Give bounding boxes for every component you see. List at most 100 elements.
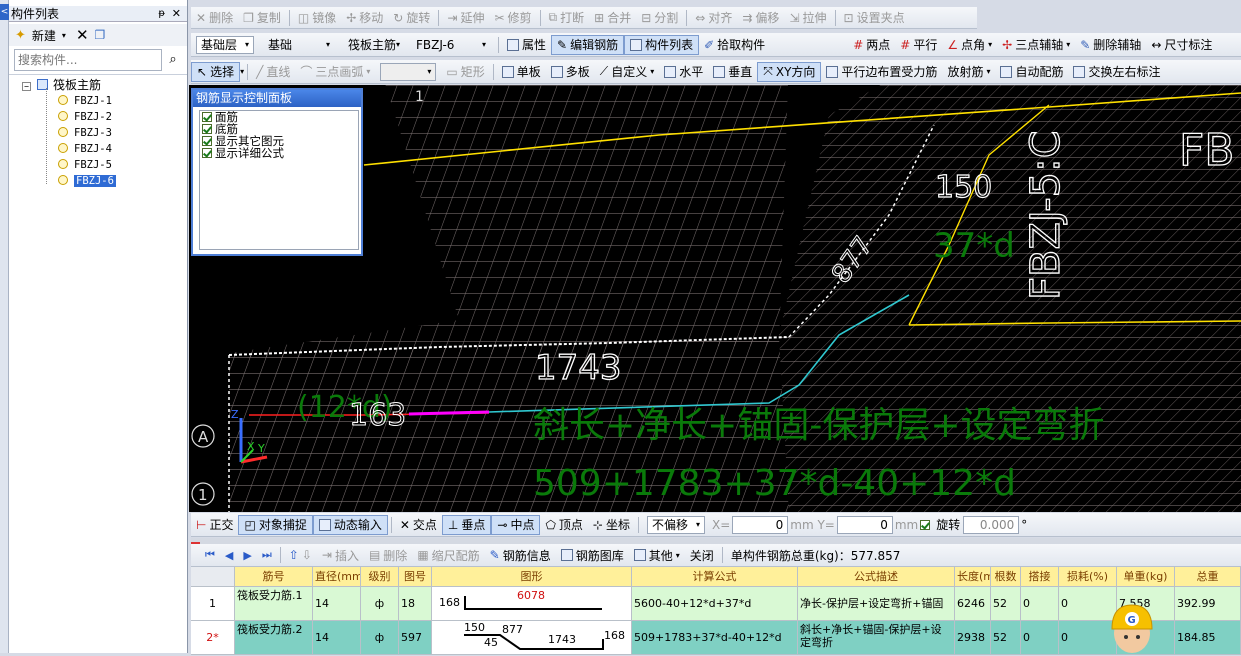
cell-count[interactable]: 52 (991, 587, 1021, 621)
cell-shape[interactable]: 150 877 45 1743 168 (432, 621, 632, 655)
next-record-icon[interactable]: ▶ (243, 549, 251, 562)
split-button[interactable]: ⊟ 分割 (636, 9, 683, 26)
cell-figure-no[interactable]: 597 (399, 621, 432, 655)
delete-button[interactable]: ✕ 删除 (191, 9, 238, 26)
object-snap-button[interactable]: ◰ 对象捕捉 (238, 514, 313, 535)
col-header[interactable]: 总重 (1175, 567, 1241, 587)
rotate-input[interactable]: 0.000 (963, 515, 1020, 534)
radial-rebar-button[interactable]: 放射筋 ▾ (942, 63, 995, 80)
cell-grade[interactable]: ф (361, 621, 399, 655)
type-select[interactable]: 筏板主筋 ▾ (344, 36, 402, 54)
vertex-button[interactable]: ⬠ 顶点 (540, 516, 587, 533)
rotate-button[interactable]: ↻ 旋转 (388, 9, 435, 26)
delete-row-button[interactable]: ▤ 删除 (364, 547, 412, 564)
multi-slab-button[interactable]: 多板 (546, 63, 595, 80)
tree-item[interactable]: FBZJ-1 (58, 93, 112, 109)
cell-figure-no[interactable]: 18 (399, 587, 432, 621)
break-button[interactable]: ⧉ 打断 (544, 9, 590, 26)
tree-item[interactable]: FBZJ-3 (58, 125, 112, 141)
tree-root[interactable]: − 筏板主筋 (22, 77, 101, 94)
parallel-button[interactable]: # 平行 (895, 36, 942, 53)
col-header[interactable]: 级别 (361, 567, 399, 587)
point-angle-button[interactable]: ∠ 点角 ▾ (942, 36, 997, 53)
col-header[interactable]: 根数 (991, 567, 1021, 587)
copy-button[interactable]: ❐ 复制 (238, 9, 286, 26)
align-button[interactable]: ⇔ 对齐 (690, 9, 737, 26)
vertical-button[interactable]: 垂直 (708, 63, 757, 80)
pin-icon[interactable]: ᵽ (158, 6, 165, 22)
col-header[interactable]: 图形 (432, 567, 632, 587)
cell-length[interactable]: 2938 (955, 621, 991, 655)
last-record-icon[interactable]: ⏭ (262, 548, 272, 562)
option-show-formula[interactable]: 显示详细公式 (200, 147, 358, 159)
swap-labels-button[interactable]: 交换左右标注 (1068, 63, 1165, 80)
pick-component-button[interactable]: ✐ 拾取构件 (699, 36, 770, 53)
mode-select[interactable]: ▾ (380, 62, 437, 81)
checkbox-icon[interactable] (202, 148, 212, 158)
col-header[interactable]: 筋号 (235, 567, 313, 587)
set-grip-button[interactable]: ⊡ 设置夹点 (839, 9, 910, 26)
cell-lap[interactable]: 0 (1021, 621, 1059, 655)
xy-direction-button[interactable]: ⤧ XY方向 (757, 61, 822, 82)
rebar-library-button[interactable]: 钢筋图库 (556, 547, 629, 564)
checkbox-icon[interactable] (202, 112, 212, 122)
category-select[interactable]: 基础 ▾ (264, 36, 334, 54)
horizontal-button[interactable]: 水平 (659, 63, 708, 80)
merge-button[interactable]: ⊞ 合并 (589, 9, 636, 26)
layer-select[interactable]: 基础层 ▾ (196, 35, 254, 54)
copy-icon[interactable]: ❐ (95, 28, 106, 42)
cell-shape[interactable]: 168 6078 (432, 587, 632, 621)
close-icon[interactable]: ✕ (172, 6, 181, 22)
col-header[interactable]: 损耗(%) (1059, 567, 1117, 587)
cell-total-weight[interactable]: 392.99 (1175, 587, 1241, 621)
cell-length[interactable]: 6246 (955, 587, 991, 621)
col-header[interactable]: 直径(mm) (313, 567, 361, 587)
checkbox-icon[interactable] (202, 124, 212, 134)
mirror-button[interactable]: ◫ 镜像 (293, 9, 341, 26)
single-slab-button[interactable]: 单板 (497, 63, 546, 80)
rectangle-button[interactable]: ▭ 矩形 (441, 63, 489, 80)
move-button[interactable]: ✢ 移动 (341, 9, 388, 26)
cell-count[interactable]: 52 (991, 621, 1021, 655)
stretch-button[interactable]: ⇲ 拉伸 (784, 9, 831, 26)
move-down-icon[interactable]: ⇩ (302, 548, 312, 562)
coordinate-button[interactable]: ⊹ 坐标 (588, 516, 635, 533)
arc-button[interactable]: ⌒ 三点画弧 ▾ (295, 63, 375, 80)
tree-item[interactable]: FBZJ-6 (58, 173, 116, 189)
col-header[interactable]: 单重(kg) (1117, 567, 1175, 587)
cell-total-weight[interactable]: 184.85 (1175, 621, 1241, 655)
trim-button[interactable]: ✂ 修剪 (489, 9, 536, 26)
cell-formula[interactable]: 509+1783+37*d-40+12*d (632, 621, 798, 655)
assistant-avatar[interactable]: G (1108, 603, 1156, 653)
custom-button[interactable]: ⟋ 自定义 ▾ (595, 63, 659, 80)
cell-diameter[interactable]: 14 (313, 621, 361, 655)
rotate-checkbox[interactable] (920, 519, 931, 530)
cell-description[interactable]: 斜长+净长+锚固-保护层+设定弯折 (798, 621, 955, 655)
component-list-button[interactable]: 构件列表 (624, 34, 700, 55)
perpendicular-button[interactable]: ⊥ 垂点 (441, 514, 492, 535)
cell-formula[interactable]: 5600-40+12*d+37*d (632, 587, 798, 621)
cell-name[interactable]: 筏板受力筋.2 (235, 621, 313, 655)
two-point-button[interactable]: # 两点 (848, 36, 895, 53)
insert-button[interactable]: ⇥ 插入 (317, 547, 364, 564)
dimension-button[interactable]: ↔ 尺寸标注 (1146, 36, 1217, 53)
prev-record-icon[interactable]: ◀ (225, 549, 233, 562)
collapse-tab[interactable]: < (0, 4, 9, 20)
scale-rebar-button[interactable]: ▦ 缩尺配筋 (412, 547, 484, 564)
checkbox-icon[interactable] (202, 136, 212, 146)
search-icon[interactable]: ⌕ (164, 51, 182, 69)
tree-item[interactable]: FBZJ-5 (58, 157, 112, 173)
table-row-selected[interactable]: 2* 筏板受力筋.2 14 ф 597 150 877 45 1743 168 … (191, 621, 1241, 655)
delete-icon[interactable]: ✕ (76, 26, 89, 44)
rebar-info-button[interactable]: ✎ 钢筋信息 (485, 547, 556, 564)
cell-lap[interactable]: 0 (1021, 587, 1059, 621)
ortho-button[interactable]: ⊢ 正交 (191, 516, 238, 533)
col-header[interactable]: 计算公式 (632, 567, 798, 587)
dynamic-input-button[interactable]: 动态输入 (312, 514, 388, 535)
col-header[interactable]: 公式描述 (798, 567, 955, 587)
y-input[interactable]: 0 (836, 515, 893, 534)
line-button[interactable]: ╱ 直线 (251, 63, 295, 80)
cell-description[interactable]: 净长-保护层+设定弯折+锚固 (798, 587, 955, 621)
element-select[interactable]: FBZJ-6 ▾ (412, 36, 490, 54)
first-record-icon[interactable]: ⏮ (205, 548, 215, 562)
